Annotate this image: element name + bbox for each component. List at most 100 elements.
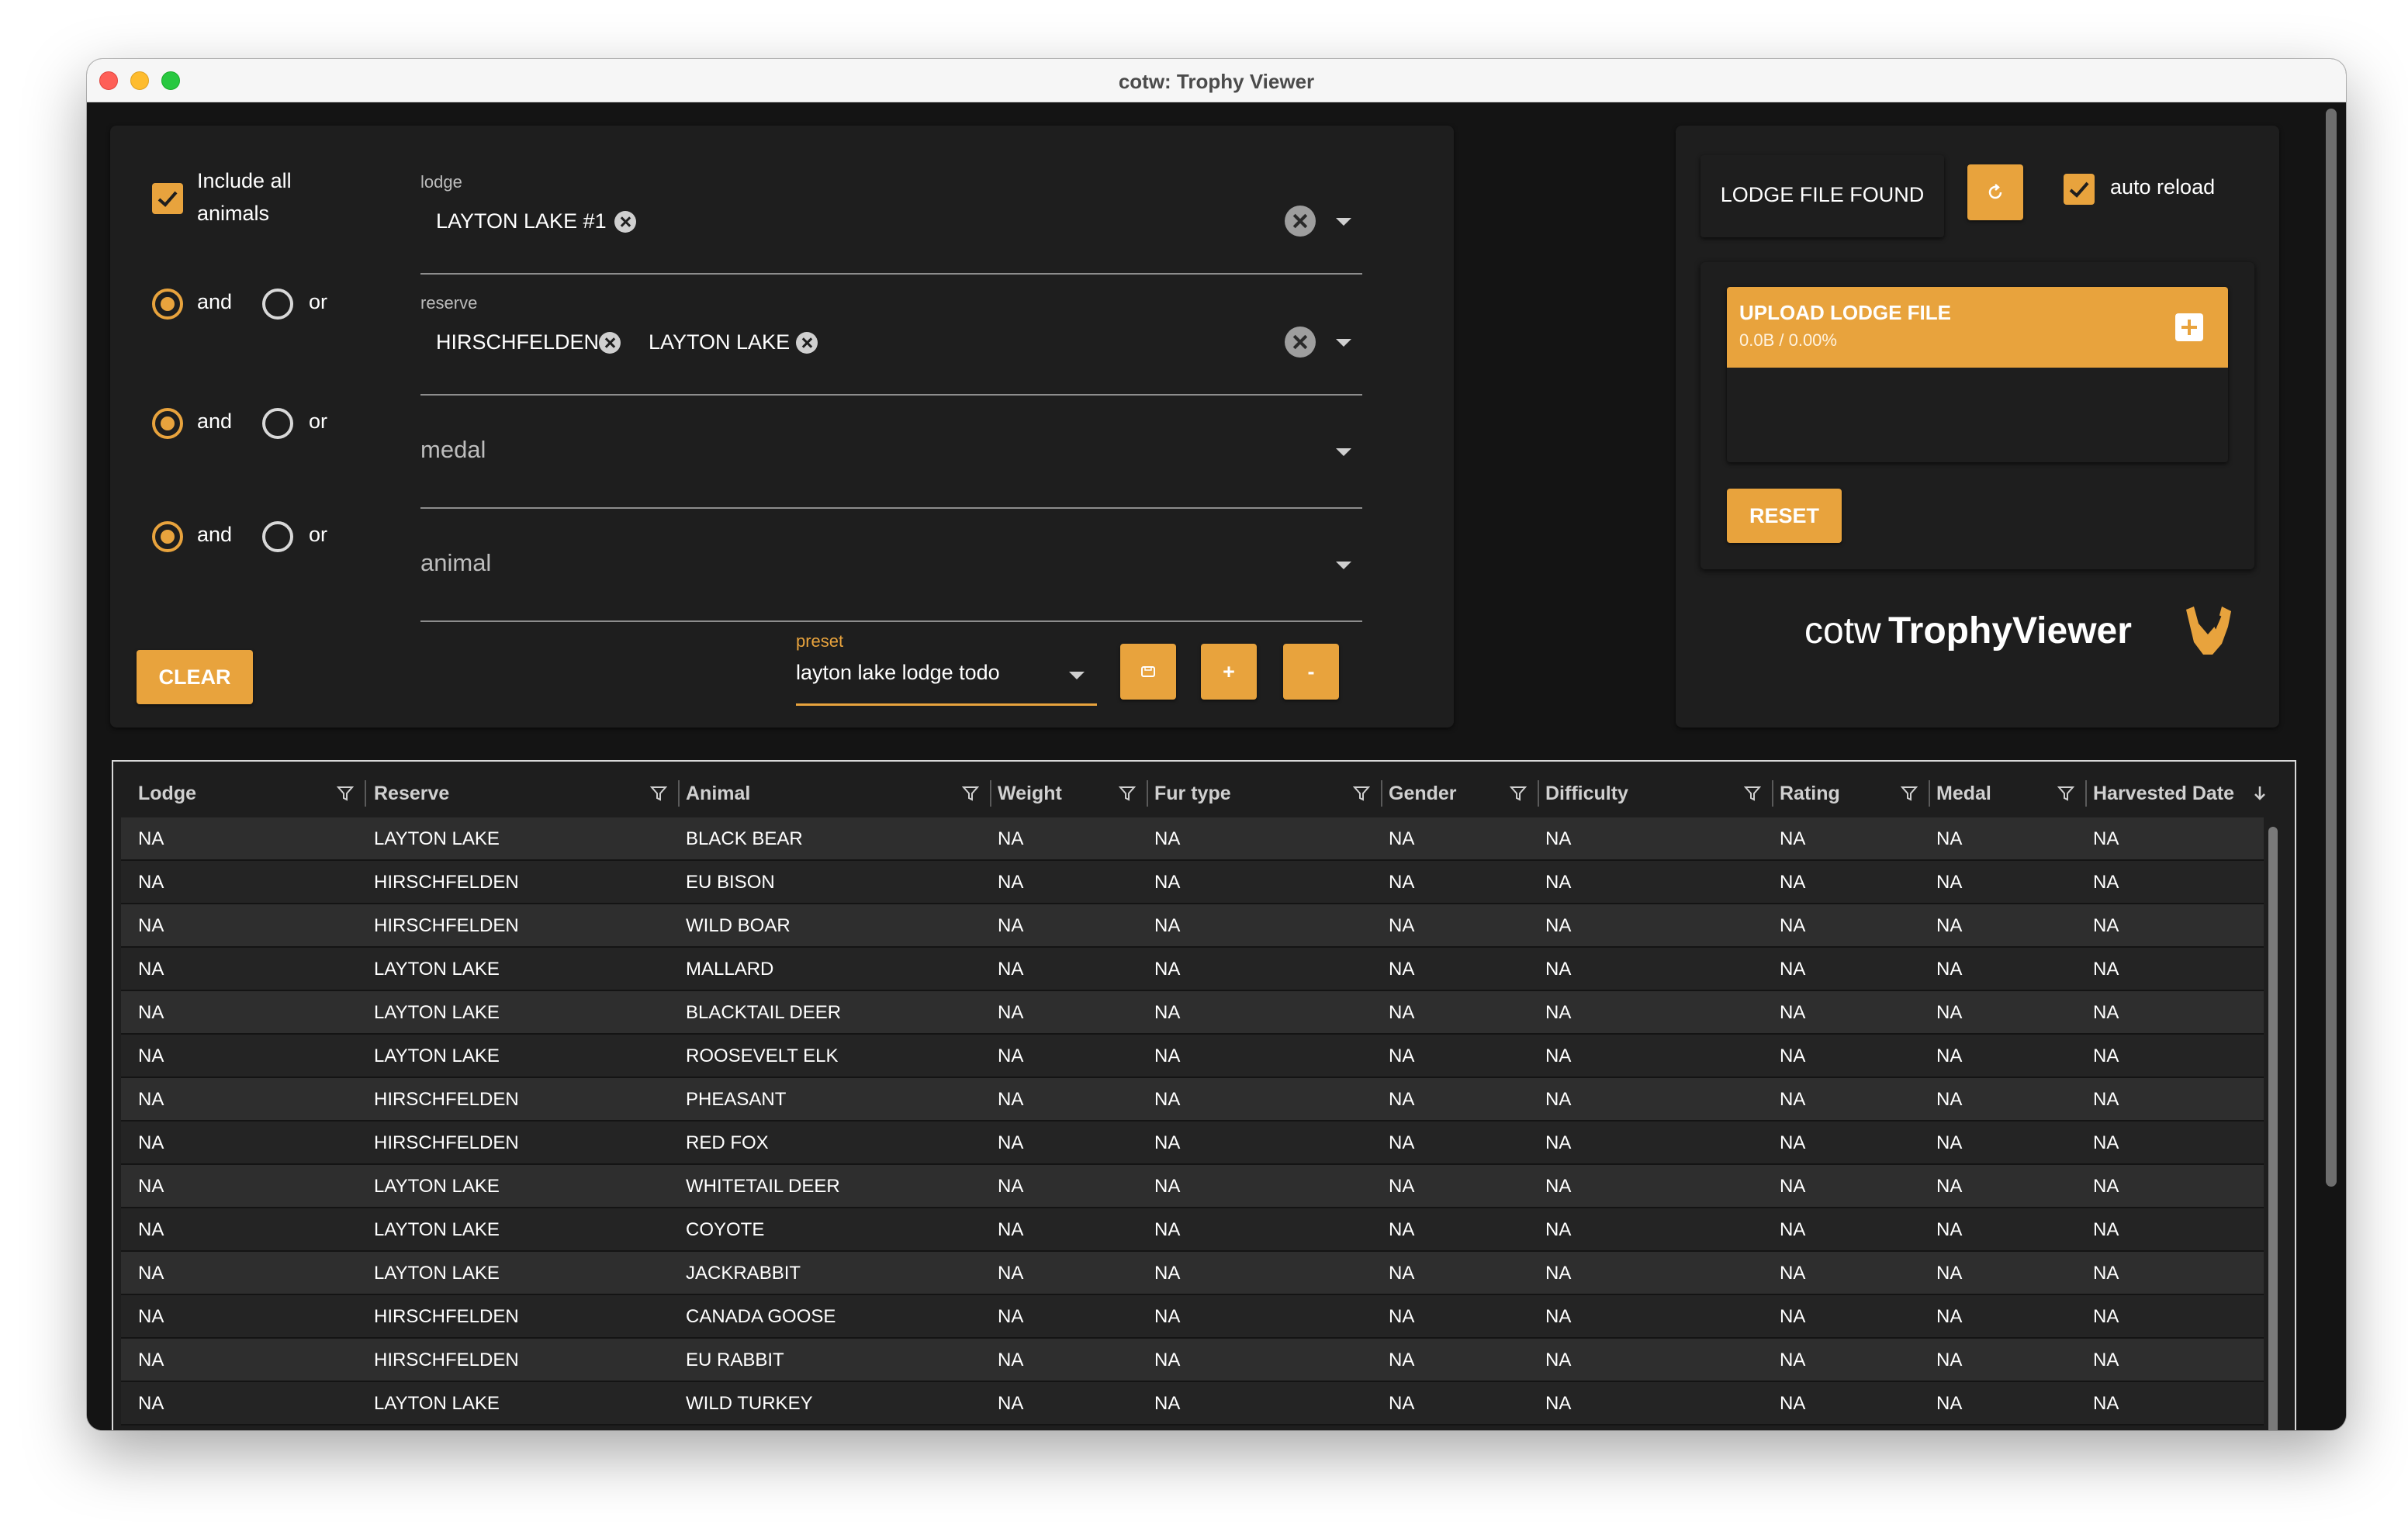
column-separator[interactable] — [1381, 780, 1382, 807]
table-cell: HIRSCHFELDEN — [374, 915, 519, 936]
filter-icon[interactable] — [337, 785, 354, 802]
remove-chip-icon[interactable] — [599, 332, 621, 354]
preset-select[interactable]: preset layton lake lodge todo — [796, 625, 1097, 706]
filter-icon[interactable] — [1119, 785, 1136, 802]
remove-chip-icon[interactable] — [796, 332, 818, 354]
column-header[interactable]: Weight — [998, 769, 1062, 817]
filter-icon[interactable] — [1510, 785, 1527, 802]
table-cell: NA — [998, 915, 1024, 936]
filter-icon[interactable] — [1353, 785, 1370, 802]
clear-button[interactable]: CLEAR — [137, 650, 253, 704]
column-header[interactable]: Fur type — [1154, 769, 1231, 817]
chevron-down-icon[interactable] — [1336, 448, 1351, 456]
table-cell: NA — [2093, 959, 2119, 980]
or-radio[interactable] — [262, 289, 293, 320]
and-radio[interactable] — [152, 289, 183, 320]
remove-chip-icon[interactable] — [614, 211, 636, 233]
chevron-down-icon[interactable] — [1336, 339, 1351, 347]
include-all-animals-checkbox[interactable] — [152, 183, 183, 214]
filter-panel: Include all animals lodge LAYTON LAKE #1… — [110, 126, 1454, 727]
column-header[interactable]: Harvested Date — [2093, 769, 2234, 817]
chevron-down-icon[interactable] — [1336, 218, 1351, 226]
and-radio[interactable] — [152, 521, 183, 552]
clear-lodge-icon[interactable] — [1285, 206, 1316, 237]
table-cell: NA — [1389, 959, 1415, 980]
reserve-select[interactable]: reserve HIRSCHFELDEN LAYTON LAKE — [420, 275, 1362, 396]
column-header[interactable]: Reserve — [374, 769, 449, 817]
table-cell: NA — [998, 1219, 1024, 1240]
table-row[interactable]: NA LAYTON LAKE ROOSEVELT ELK NA NA NA NA NA NA NA — [121, 1035, 2264, 1078]
table-cell: NA — [1545, 1393, 1572, 1414]
table-row[interactable]: NA LAYTON LAKE BLACK BEAR NA NA NA NA NA NA NA — [121, 817, 2264, 861]
table-cell: MALLARD — [686, 959, 774, 980]
animal-select[interactable]: animal — [420, 509, 1362, 622]
column-header[interactable]: Medal — [1936, 769, 1991, 817]
column-separator[interactable] — [1147, 780, 1148, 807]
table-row[interactable]: NA HIRSCHFELDEN WILD BOAR NA NA NA NA NA NA NA — [121, 904, 2264, 948]
table-row[interactable]: NA LAYTON LAKE WHITETAIL DEER NA NA NA NA NA NA N… — [121, 1165, 2264, 1208]
chevron-down-icon[interactable] — [1069, 672, 1085, 679]
column-header[interactable]: Lodge — [138, 769, 196, 817]
upload-header: UPLOAD LODGE FILE 0.0B / 0.00% — [1727, 287, 2228, 368]
table-row[interactable]: NA LAYTON LAKE MALLARD NA NA NA NA NA NA NA — [121, 948, 2264, 991]
and-radio[interactable] — [152, 408, 183, 439]
or-radio[interactable] — [262, 521, 293, 552]
clear-reserve-icon[interactable] — [1285, 327, 1316, 358]
column-separator[interactable] — [1929, 780, 1930, 807]
table-cell: NA — [2093, 1002, 2119, 1023]
table-cell: NA — [2093, 1089, 2119, 1110]
table-cell: NA — [1389, 1306, 1415, 1327]
chevron-down-icon[interactable] — [1336, 562, 1351, 569]
column-header[interactable]: Rating — [1780, 769, 1840, 817]
column-separator[interactable] — [2085, 780, 2087, 807]
table-cell: NA — [1936, 1393, 1963, 1414]
table-cell: COYOTE — [686, 1219, 765, 1240]
table-row[interactable]: NA HIRSCHFELDEN CANADA GOOSE NA NA NA NA NA NA NA — [121, 1295, 2264, 1339]
window-scrollbar[interactable] — [2326, 109, 2337, 1187]
sort-arrow-down-icon[interactable] — [2253, 785, 2267, 802]
table-row[interactable]: NA HIRSCHFELDEN EU BISON NA NA NA NA NA NA NA — [121, 861, 2264, 904]
table-row[interactable]: NA HIRSCHFELDEN RED FOX NA NA NA NA NA NA NA — [121, 1121, 2264, 1165]
table-row[interactable]: NA HIRSCHFELDEN PHEASANT NA NA NA NA NA NA NA — [121, 1078, 2264, 1121]
trophy-table: Lodge Reserve Animal Weight Fur type Gender Di… — [112, 760, 2296, 1430]
remove-preset-button[interactable]: - — [1283, 644, 1339, 700]
table-row[interactable]: NA LAYTON LAKE COYOTE NA NA NA NA NA NA NA — [121, 1208, 2264, 1252]
table-cell: NA — [998, 828, 1024, 849]
table-scrollbar[interactable] — [2268, 827, 2278, 1430]
upload-dropzone[interactable]: UPLOAD LODGE FILE 0.0B / 0.00% — [1727, 287, 2228, 462]
reset-button[interactable]: RESET — [1727, 489, 1842, 543]
column-header[interactable]: Gender — [1389, 769, 1457, 817]
refresh-button[interactable] — [1967, 164, 2023, 220]
lodge-select[interactable]: lodge LAYTON LAKE #1 — [420, 157, 1362, 275]
table-cell: NA — [1545, 828, 1572, 849]
lodge-chip: LAYTON LAKE #1 — [436, 209, 607, 233]
or-radio[interactable] — [262, 408, 293, 439]
filter-icon[interactable] — [1744, 785, 1761, 802]
filter-icon[interactable] — [2057, 785, 2074, 802]
column-header[interactable]: Difficulty — [1545, 769, 1628, 817]
table-row[interactable]: NA LAYTON LAKE WILD TURKEY NA NA NA NA NA NA NA — [121, 1382, 2264, 1426]
table-row[interactable]: NA LAYTON LAKE JACKRABBIT NA NA NA NA NA NA NA — [121, 1252, 2264, 1295]
table-cell: NA — [1154, 1132, 1181, 1153]
auto-reload-checkbox[interactable] — [2064, 174, 2095, 205]
table-cell: NA — [138, 959, 164, 980]
add-preset-button[interactable]: + — [1201, 644, 1257, 700]
medal-select[interactable]: medal — [420, 396, 1362, 509]
filter-icon[interactable] — [650, 785, 667, 802]
column-separator[interactable] — [365, 780, 366, 807]
save-preset-button[interactable] — [1120, 644, 1176, 700]
filter-icon[interactable] — [962, 785, 979, 802]
lodge-label: lodge — [420, 172, 462, 192]
table-row[interactable]: NA HIRSCHFELDEN EU RABBIT NA NA NA NA NA NA NA — [121, 1339, 2264, 1382]
column-separator[interactable] — [1772, 780, 1773, 807]
table-cell: NA — [1389, 1176, 1415, 1197]
filter-icon[interactable] — [1901, 785, 1918, 802]
add-file-button[interactable] — [2175, 313, 2203, 341]
upload-progress: 0.0B / 0.00% — [1739, 330, 1837, 350]
column-header[interactable]: Animal — [686, 769, 750, 817]
column-separator[interactable] — [990, 780, 991, 807]
column-separator[interactable] — [678, 780, 680, 807]
plus-icon — [2181, 320, 2197, 335]
table-row[interactable]: NA LAYTON LAKE BLACKTAIL DEER NA NA NA NA NA NA N… — [121, 991, 2264, 1035]
column-separator[interactable] — [1538, 780, 1539, 807]
